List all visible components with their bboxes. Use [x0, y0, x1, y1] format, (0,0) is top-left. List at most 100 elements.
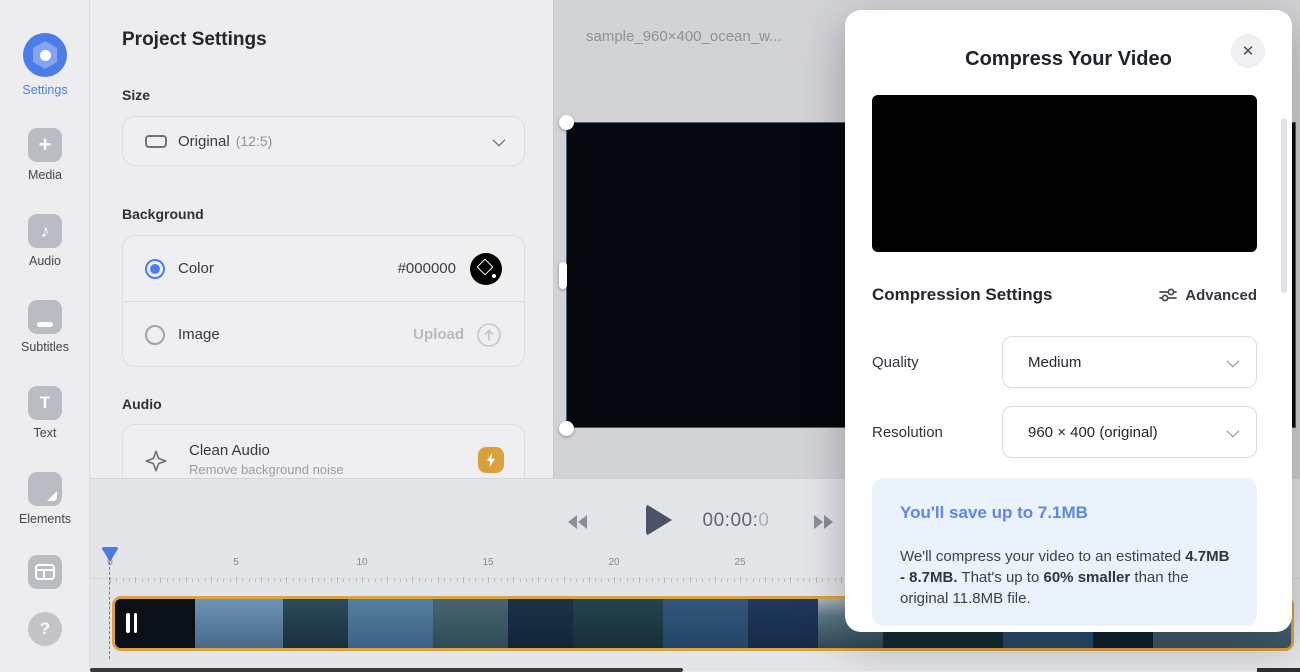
- ruler-tick: [746, 579, 747, 582]
- ruler-tick: [545, 579, 546, 582]
- ruler-tick: [154, 579, 155, 582]
- advanced-label: Advanced: [1185, 287, 1257, 304]
- savings-info-box: You'll save up to 7.1MB We'll compress y…: [872, 478, 1257, 626]
- ruler-tick: [450, 579, 451, 582]
- clean-audio-description: Remove background noise: [189, 462, 344, 477]
- background-image-option[interactable]: Image Upload: [123, 302, 524, 367]
- ruler-tick: [223, 579, 224, 582]
- resize-handle-middle-left[interactable]: [559, 262, 567, 289]
- layout-icon: [28, 555, 62, 589]
- sidebar-item-media[interactable]: + Media: [0, 128, 90, 182]
- close-button[interactable]: ✕: [1231, 34, 1265, 68]
- clip-thumbnail[interactable]: [508, 599, 573, 648]
- ruler-tick: [217, 579, 218, 582]
- ruler-tick: [589, 577, 590, 583]
- ruler-tick: [198, 579, 199, 582]
- rewind-button[interactable]: [568, 515, 588, 529]
- size-dropdown[interactable]: Original (12:5): [122, 116, 525, 166]
- ruler-tick: [444, 579, 445, 582]
- ruler-tick: [488, 577, 489, 583]
- ruler-tick: [482, 579, 483, 582]
- sidebar-item-subtitles[interactable]: Subtitles: [0, 300, 90, 354]
- sparkle-icon: [143, 448, 169, 474]
- ruler-tick: [507, 579, 508, 582]
- ruler-tick: [249, 579, 250, 582]
- ruler-tick: [167, 579, 168, 582]
- sidebar-item-elements[interactable]: Elements: [0, 472, 90, 526]
- clip-thumbnail[interactable]: [348, 599, 433, 648]
- ruler-tick: [671, 579, 672, 582]
- sidebar-item-text[interactable]: T Text: [0, 386, 90, 440]
- ruler-tick: [677, 579, 678, 582]
- sidebar-item-label: Text: [34, 426, 57, 440]
- upload-button[interactable]: Upload: [413, 326, 464, 343]
- modal-title: Compress Your Video: [845, 48, 1292, 71]
- ruler-tick: [331, 579, 332, 582]
- modal-scrollbar[interactable]: [1281, 118, 1287, 293]
- clip-thumbnail[interactable]: [283, 599, 348, 648]
- clean-audio-card[interactable]: Clean Audio Remove background noise: [122, 424, 525, 478]
- playhead-line: [109, 562, 110, 659]
- savings-body: We'll compress your video to an estimate…: [900, 546, 1232, 609]
- color-swatch-button[interactable]: [470, 253, 502, 285]
- ruler-tick: [318, 579, 319, 582]
- savings-headline: You'll save up to 7.1MB: [900, 503, 1088, 523]
- radio-selected-icon[interactable]: [145, 259, 165, 279]
- ruler-tick: [809, 579, 810, 582]
- clip-thumbnail[interactable]: [663, 599, 748, 648]
- ruler-tick: [123, 579, 124, 582]
- ruler-tick: [230, 579, 231, 582]
- aspect-ratio-icon: [145, 135, 167, 148]
- sidebar-item-label: Elements: [19, 512, 71, 526]
- clip-thumbnail[interactable]: [573, 599, 663, 648]
- ruler-tick: [683, 579, 684, 582]
- ruler-tick: [639, 577, 640, 583]
- playhead-marker[interactable]: [101, 547, 119, 562]
- page-title: Project Settings: [122, 29, 267, 51]
- sidebar-item-templates[interactable]: [0, 555, 90, 589]
- clip-thumbnail[interactable]: [748, 599, 818, 648]
- ruler-tick: [501, 579, 502, 582]
- ruler-tick: [658, 579, 659, 582]
- sidebar-item-settings[interactable]: Settings: [0, 33, 90, 97]
- sidebar: Settings + Media ♪ Audio Subtitles T Tex…: [0, 0, 90, 671]
- sidebar-item-help[interactable]: ?: [0, 612, 90, 646]
- clip-thumbnail[interactable]: [195, 599, 283, 648]
- ruler-tick: [457, 579, 458, 582]
- clip-pause-icon: [126, 613, 137, 633]
- ruler-tick: [646, 579, 647, 582]
- fast-forward-button[interactable]: [813, 515, 833, 529]
- ruler-tick: [734, 579, 735, 582]
- resize-handle-bottom-left[interactable]: [559, 421, 574, 436]
- ruler-tick: [822, 579, 823, 582]
- ruler-tick: [192, 579, 193, 582]
- ruler-tick: [765, 577, 766, 583]
- ruler-tick: [702, 579, 703, 582]
- ruler-tick: [608, 579, 609, 582]
- background-label: Background: [122, 206, 204, 222]
- ruler-tick: [797, 579, 798, 582]
- chevron-down-icon: [1227, 354, 1240, 367]
- ruler-tick: [538, 577, 539, 583]
- resolution-dropdown[interactable]: 960 × 400 (original): [1002, 406, 1257, 458]
- ruler-tick: [419, 579, 420, 582]
- ruler-tick: [627, 579, 628, 582]
- advanced-button[interactable]: Advanced: [1158, 287, 1257, 304]
- ruler-tick: [475, 579, 476, 582]
- background-color-option[interactable]: Color #000000: [123, 236, 524, 301]
- ruler-tick: [557, 579, 558, 582]
- radio-unselected-icon[interactable]: [145, 325, 165, 345]
- plus-icon: +: [28, 128, 62, 162]
- sidebar-item-audio[interactable]: ♪ Audio: [0, 214, 90, 268]
- ruler-tick: [312, 577, 313, 583]
- ruler-tick: [570, 579, 571, 582]
- compress-video-modal: Compress Your Video ✕ Compression Settin…: [845, 10, 1292, 632]
- color-hex-value: #000000: [398, 260, 456, 277]
- clip-thumbnail[interactable]: [433, 599, 508, 648]
- ruler-tick: [778, 579, 779, 582]
- quality-dropdown[interactable]: Medium: [1002, 336, 1257, 388]
- ruler-tick: [576, 579, 577, 582]
- ruler-tick: [274, 579, 275, 582]
- resize-handle-top-left[interactable]: [559, 115, 574, 130]
- premium-bolt-badge[interactable]: [478, 447, 504, 473]
